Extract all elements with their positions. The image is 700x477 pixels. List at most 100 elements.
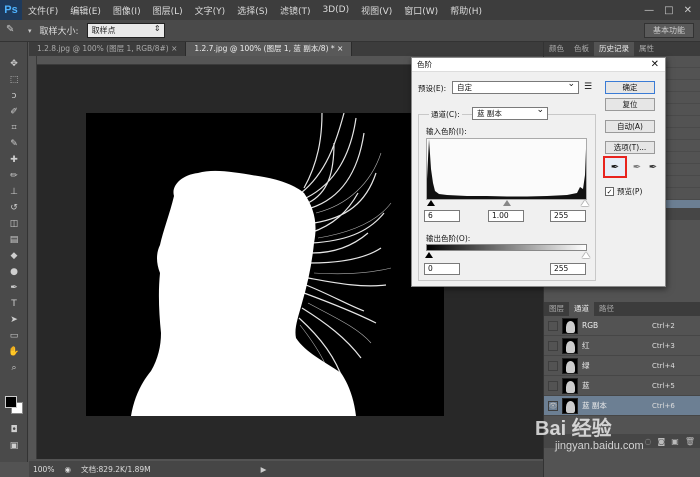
- sample-size-select[interactable]: 取样点: [86, 23, 165, 38]
- zoom-tool-icon[interactable]: ⌕: [0, 360, 28, 376]
- dodge-tool-icon[interactable]: ●: [0, 264, 28, 280]
- output-black-slider[interactable]: [425, 252, 433, 258]
- channel-shortcut: Ctrl+3: [652, 341, 675, 350]
- blur-tool-icon[interactable]: ◆: [0, 248, 28, 264]
- menu-view[interactable]: 视图(V): [355, 4, 398, 17]
- input-levels-label: 输入色阶(I):: [426, 127, 467, 136]
- close-window-button[interactable]: ✕: [684, 5, 692, 16]
- output-gradient: [426, 244, 587, 251]
- menu-file[interactable]: 文件(F): [22, 4, 64, 17]
- channel-name: 红: [582, 341, 590, 350]
- workspace-switcher[interactable]: 基本功能: [644, 23, 694, 38]
- menu-edit[interactable]: 编辑(E): [64, 4, 107, 17]
- tab-paths[interactable]: 路径: [594, 302, 619, 316]
- channel-shortcut: Ctrl+4: [652, 361, 675, 370]
- healing-brush-tool-icon[interactable]: ✚: [0, 152, 28, 168]
- foreground-color-swatch[interactable]: [5, 396, 17, 408]
- menu-filter[interactable]: 滤镜(T): [274, 4, 317, 17]
- brush-tool-icon[interactable]: ✏: [0, 168, 28, 184]
- visibility-toggle[interactable]: [548, 320, 558, 331]
- auto-button[interactable]: 自动(A): [605, 120, 655, 133]
- tab-properties[interactable]: 属性: [634, 42, 659, 56]
- tab-history[interactable]: 历史记录: [594, 42, 634, 56]
- channel-row[interactable]: RGB Ctrl+2: [544, 316, 700, 336]
- menu-window[interactable]: 窗口(W): [398, 4, 444, 17]
- gradient-tool-icon[interactable]: ▤: [0, 232, 28, 248]
- channel-name: RGB: [582, 321, 599, 330]
- shape-tool-icon[interactable]: ▭: [0, 328, 28, 344]
- tab-document-1[interactable]: 1.2.8.jpg @ 100% (图层 1, RGB/8#) ×: [29, 42, 187, 56]
- channel-select[interactable]: 蓝 副本: [472, 105, 548, 120]
- output-white-field[interactable]: 255: [550, 263, 586, 275]
- marquee-tool-icon[interactable]: ⬚: [0, 72, 28, 88]
- input-black-slider[interactable]: [427, 200, 435, 206]
- pen-tool-icon[interactable]: ✒: [0, 280, 28, 296]
- ok-button[interactable]: 确定: [605, 81, 655, 94]
- history-brush-tool-icon[interactable]: ↺: [0, 200, 28, 216]
- share-icon[interactable]: ◉: [64, 465, 71, 474]
- tab-layers[interactable]: 图层: [544, 302, 569, 316]
- menu-image[interactable]: 图像(I): [107, 4, 147, 17]
- input-white-field[interactable]: 255: [550, 210, 586, 222]
- document-tabs: 1.2.8.jpg @ 100% (图层 1, RGB/8#) × 1.2.7.…: [29, 42, 543, 56]
- channel-row[interactable]: 绿 Ctrl+4: [544, 356, 700, 376]
- crop-tool-icon[interactable]: ⌗: [0, 120, 28, 136]
- channel-thumbnail: [562, 377, 578, 394]
- visibility-toggle[interactable]: [548, 340, 558, 351]
- reset-button[interactable]: 复位: [605, 98, 655, 111]
- menu-type[interactable]: 文字(Y): [189, 4, 232, 17]
- visibility-toggle[interactable]: [548, 360, 558, 371]
- output-white-slider[interactable]: [582, 252, 590, 258]
- channel-name: 蓝 副本: [582, 401, 607, 410]
- tab-swatches[interactable]: 色板: [569, 42, 594, 56]
- quick-mask-icon[interactable]: ◘: [0, 422, 28, 438]
- histogram: [426, 138, 587, 200]
- tab-color[interactable]: 颜色: [544, 42, 569, 56]
- preview-checkbox[interactable]: ✓ 预览(P): [605, 186, 642, 197]
- tab-channels[interactable]: 通道: [569, 302, 594, 316]
- eyedropper-tool-icon[interactable]: ✎: [0, 136, 28, 152]
- channels-panel-tabs: 图层 通道 路径: [544, 302, 700, 316]
- menu-3d[interactable]: 3D(D): [316, 5, 355, 15]
- preset-options-icon[interactable]: ☰: [584, 82, 592, 92]
- eye-icon[interactable]: 👁: [548, 400, 558, 411]
- hand-tool-icon[interactable]: ✋: [0, 344, 28, 360]
- channel-row[interactable]: 红 Ctrl+3: [544, 336, 700, 356]
- channel-row[interactable]: 蓝 Ctrl+5: [544, 376, 700, 396]
- maximize-button[interactable]: □: [664, 5, 673, 16]
- gray-eyedropper-icon[interactable]: ✒: [630, 160, 644, 174]
- zoom-level[interactable]: 100%: [33, 465, 54, 474]
- type-tool-icon[interactable]: T: [0, 296, 28, 312]
- screen-mode-icon[interactable]: ▣: [0, 438, 28, 454]
- eyedropper-tool-icon[interactable]: ✎: [6, 24, 20, 38]
- black-eyedropper-icon[interactable]: ✒: [603, 156, 627, 178]
- tool-preset-dropdown-icon[interactable]: ▾: [28, 27, 32, 35]
- menu-select[interactable]: 选择(S): [231, 4, 274, 17]
- input-gamma-slider[interactable]: [503, 200, 511, 206]
- tab-document-2[interactable]: 1.2.7.jpg @ 100% (图层 1, 蓝 副本/8) * ×: [186, 42, 353, 56]
- lasso-tool-icon[interactable]: ↄ: [0, 88, 28, 104]
- options-bar: ✎ ▾ 取样大小: 取样点 基本功能: [0, 20, 700, 42]
- output-levels-label: 输出色阶(O):: [426, 234, 471, 243]
- output-black-field[interactable]: 0: [424, 263, 460, 275]
- options-button[interactable]: 选项(T)...: [605, 141, 655, 154]
- minimize-button[interactable]: —: [644, 5, 654, 16]
- document-size: 文档:829.2K/1.89M: [81, 464, 151, 474]
- menu-layer[interactable]: 图层(L): [147, 4, 189, 17]
- input-gamma-field[interactable]: 1.00: [488, 210, 524, 222]
- preset-select[interactable]: 自定: [452, 79, 579, 94]
- status-menu-icon[interactable]: ▶: [261, 465, 267, 474]
- document-image[interactable]: [86, 113, 444, 416]
- move-tool-icon[interactable]: ✥: [0, 56, 28, 72]
- menu-help[interactable]: 帮助(H): [444, 4, 488, 17]
- path-select-tool-icon[interactable]: ➤: [0, 312, 28, 328]
- input-black-field[interactable]: 6: [424, 210, 460, 222]
- checkbox-check-icon[interactable]: ✓: [605, 187, 614, 196]
- eraser-tool-icon[interactable]: ◫: [0, 216, 28, 232]
- clone-stamp-tool-icon[interactable]: ⊥: [0, 184, 28, 200]
- input-white-slider[interactable]: [581, 200, 589, 206]
- quick-select-tool-icon[interactable]: ✐: [0, 104, 28, 120]
- white-eyedropper-icon[interactable]: ✒: [646, 160, 660, 174]
- visibility-toggle[interactable]: [548, 380, 558, 391]
- close-icon[interactable]: ✕: [651, 58, 659, 72]
